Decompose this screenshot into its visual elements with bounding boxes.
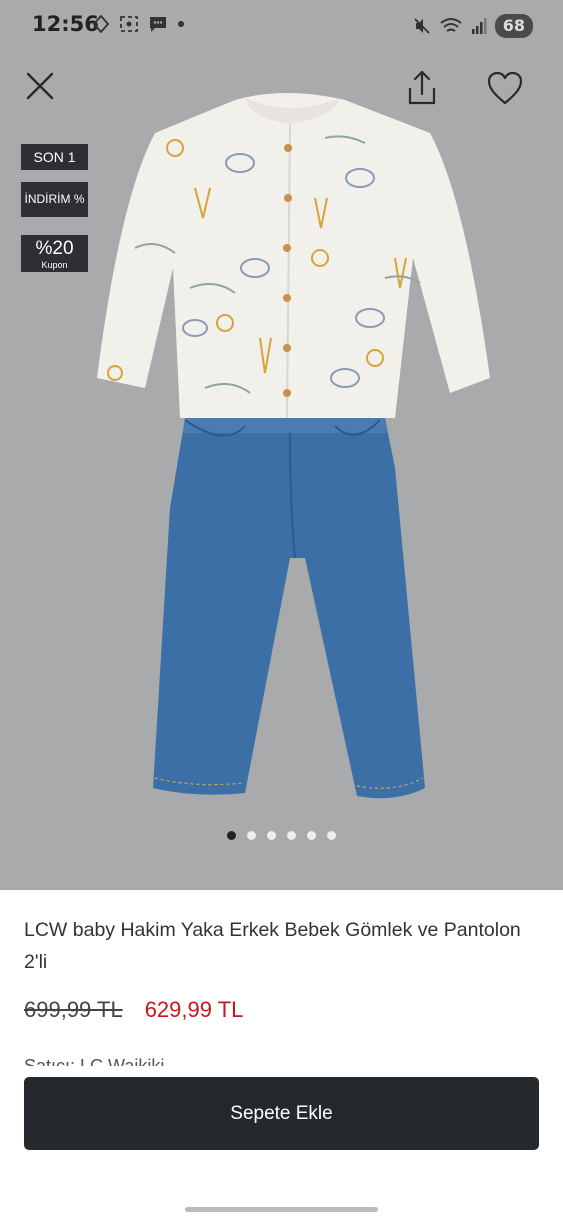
pagination-dot[interactable]	[307, 831, 316, 840]
bottom-action-bar: Sepete Ekle	[0, 1066, 563, 1219]
location-icon	[92, 15, 110, 33]
coupon-label: Kupon	[41, 260, 68, 270]
product-image-gallery[interactable]: SON 1 İNDİRİM % %20 Kupon	[0, 54, 563, 890]
close-icon	[26, 72, 54, 100]
jeans-illustration	[153, 418, 425, 799]
screenshot-icon	[120, 16, 138, 32]
product-title: LCW baby Hakim Yaka Erkek Bebek Gömlek v…	[24, 919, 521, 973]
dot-icon	[178, 21, 184, 27]
pagination-dot[interactable]	[247, 831, 256, 840]
battery-indicator: 68	[494, 14, 533, 38]
status-left-icons	[92, 15, 185, 33]
close-button[interactable]	[22, 68, 58, 104]
pagination-dot[interactable]	[327, 831, 336, 840]
add-to-cart-button[interactable]: Sepete Ekle	[24, 1077, 539, 1150]
pagination-dot[interactable]	[227, 831, 236, 840]
product-photo	[97, 93, 490, 799]
status-bar: 12:56 68	[0, 0, 563, 54]
wifi-icon	[440, 18, 462, 32]
old-price: 699,99 TL	[24, 997, 123, 1022]
seller-label[interactable]: Satıcı: LC Waikiki	[24, 1052, 164, 1066]
home-indicator[interactable]	[185, 1207, 378, 1212]
shirt-illustration	[97, 93, 490, 419]
signal-icon	[471, 18, 487, 34]
seller-info[interactable]: Satıcı: LC Waikiki	[24, 1052, 164, 1066]
price-row: 699,99 TL 629,99 TL	[24, 997, 243, 1023]
pagination-dot[interactable]	[267, 831, 276, 840]
discount-badge: İNDİRİM %	[21, 182, 88, 217]
coupon-badge: %20 Kupon	[21, 235, 88, 272]
mute-icon	[414, 18, 430, 34]
sale-price: 629,99 TL	[144, 997, 244, 1022]
message-icon	[150, 17, 166, 32]
status-time: 12:56	[32, 12, 99, 36]
stock-badge: SON 1	[21, 144, 88, 170]
coupon-value: %20	[35, 238, 74, 259]
image-pagination[interactable]	[0, 831, 563, 840]
pagination-dot[interactable]	[287, 831, 296, 840]
status-right-icons: 68	[413, 14, 533, 38]
